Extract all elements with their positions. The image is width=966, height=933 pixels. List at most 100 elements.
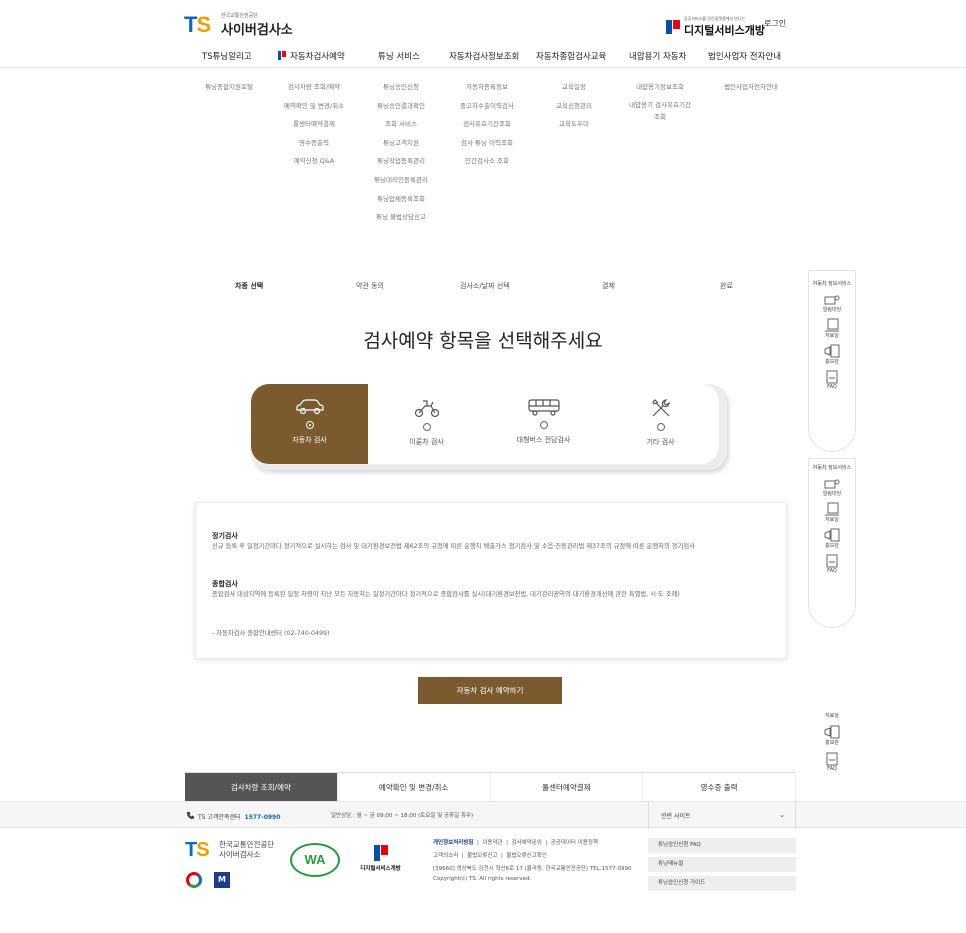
- promotion-icon: [824, 725, 840, 739]
- nav-item-tuning-alert[interactable]: TS튜닝알리고: [202, 50, 252, 62]
- quick-menu-item[interactable]: 알림마당: [809, 490, 855, 497]
- mega-link[interactable]: 내압용기 검사유효기간: [618, 99, 702, 111]
- faq-icon: [826, 554, 838, 568]
- footer-org-name: 한국교통안전공단 사이버검사소: [219, 840, 274, 860]
- ts-logo[interactable]: TS: [184, 12, 211, 38]
- customer-center-label: TS 고객만족센터: [198, 814, 241, 821]
- mega-link[interactable]: 조회: [618, 111, 702, 123]
- mega-link[interactable]: 튜닝작업등록관리: [362, 152, 440, 171]
- quick-menu-item[interactable]: 홍보관: [808, 739, 856, 746]
- option-label: 기타 검사: [646, 438, 675, 446]
- quick-menu-item[interactable]: 자료실: [809, 516, 855, 523]
- privacy-policy-link[interactable]: 개인정보처리방침: [433, 840, 473, 846]
- inquiry-link[interactable]: 검사예약문의: [511, 840, 541, 846]
- nav-item-corporate[interactable]: 법인사업자 전자안내: [708, 50, 781, 62]
- quick-menu-item[interactable]: 홍보관: [809, 542, 855, 549]
- option-radio[interactable]: [656, 423, 665, 431]
- option-selector: 자동차 검사 이륜차 검사 대형버스 전담검사 기타 검사: [251, 384, 719, 464]
- nav-item-inspection-booking[interactable]: 자동차검사예약: [278, 50, 345, 62]
- quick-menu-item[interactable]: FAQ: [808, 766, 856, 772]
- tab-vehicle-lookup[interactable]: 검사차량 조회/예약: [185, 773, 338, 801]
- tab-receipt[interactable]: 영수증 출력: [643, 773, 796, 801]
- option-radio[interactable]: [539, 421, 548, 429]
- promotion-icon: [824, 344, 840, 358]
- mega-link[interactable]: 튜닝업체등록조회: [362, 190, 440, 209]
- mega-link[interactable]: 튜닝승인결과확인: [362, 97, 440, 116]
- mega-link[interactable]: 교육도우미: [538, 115, 610, 134]
- footer-org-subtitle: 사이버검사소: [219, 850, 261, 859]
- report-check-link[interactable]: 불법오류신고확인: [506, 853, 546, 859]
- customer-center-number[interactable]: 1577-0990: [245, 814, 281, 821]
- related-sites-select[interactable]: 관련 사이트 ⌄: [648, 802, 796, 829]
- option-label: 이륜차 검사: [409, 438, 444, 446]
- tuning-manual-button[interactable]: 튜닝매뉴얼: [648, 857, 796, 872]
- mega-link[interactable]: 튜닝고객지원: [362, 134, 440, 153]
- mega-link[interactable]: 튜닝승인신청: [362, 78, 440, 97]
- archive-icon: [825, 318, 839, 332]
- mega-link[interactable]: 검사유효기간조회: [448, 115, 526, 134]
- mega-link[interactable]: 영수증출력: [272, 134, 356, 153]
- web-accessibility-mark: WA: [290, 843, 340, 877]
- nav-item-inspection-education[interactable]: 자동차종합검사교육: [536, 50, 606, 62]
- step-payment: 결제: [602, 282, 615, 290]
- quick-menu-item[interactable]: 자료실: [809, 332, 855, 339]
- book-inspection-button[interactable]: 자동차 검사 예약하기: [418, 677, 562, 704]
- mega-link[interactable]: 교육신청관리: [538, 97, 610, 116]
- mega-link[interactable]: 튜닝대리인등록관리: [362, 171, 440, 190]
- public-data-link[interactable]: 공공데이터 이용정책: [551, 840, 598, 846]
- login-link[interactable]: 로그인: [764, 18, 786, 29]
- nav-item-inspection-info[interactable]: 자동차검사정보조회: [449, 50, 519, 62]
- footer-bar: TS 고객만족센터 1577-0990 일반상담 : 월 ~ 금 09:00 ~ …: [0, 801, 966, 829]
- quick-menu-item[interactable]: FAQ: [809, 568, 855, 574]
- quick-menu-item[interactable]: 알림마당: [809, 306, 855, 313]
- mega-link[interactable]: 툴센터예약결제: [272, 115, 356, 134]
- mega-link[interactable]: 교육일정: [538, 78, 610, 97]
- quick-menu-title: 자동차 정보서비스: [812, 465, 852, 471]
- mega-col-4: 자동차등록정보 중고자수출이력검사 검사유효기간조회 검사·튜닝 이력조회 민간…: [448, 78, 526, 171]
- terms-link[interactable]: 이용약관: [482, 840, 502, 846]
- nav-item-pressure-vessel[interactable]: 내압용기 자동차: [629, 50, 686, 62]
- option-label: 자동차 검사: [292, 436, 327, 444]
- option-motorcycle-inspection[interactable]: 이륜차 검사: [368, 384, 485, 464]
- mega-link[interactable]: 법인사업자전자안내: [706, 78, 796, 97]
- quick-menu-item[interactable]: FAQ: [809, 384, 855, 390]
- related-sites-label: 관련 사이트: [661, 813, 691, 820]
- option-radio[interactable]: [422, 423, 431, 431]
- mega-link[interactable]: 조회 서비스: [362, 115, 440, 134]
- mega-link[interactable]: 튜닝 불법상담신고: [362, 208, 440, 227]
- customer-voice-link[interactable]: 고객의소리: [433, 853, 458, 859]
- nav-item-tuning-service[interactable]: 튜닝 서비스: [378, 50, 420, 62]
- option-bus-inspection[interactable]: 대형버스 전담검사: [485, 384, 602, 464]
- report-link[interactable]: 불법오류신고: [467, 853, 497, 859]
- dsg-mark-icon: [278, 51, 286, 60]
- logo-title[interactable]: 사이버검사소: [221, 19, 293, 38]
- tuning-faq-button[interactable]: 튜닝승인신청 FAQ: [648, 838, 796, 853]
- step-station-date: 검사소/날짜 선택: [460, 282, 510, 290]
- option-radio[interactable]: [305, 421, 314, 429]
- logo-subtitle: 한국교통안전공단: [221, 13, 258, 19]
- mega-link[interactable]: 내압용기정보조회: [618, 81, 702, 93]
- mega-link[interactable]: 자동차등록정보: [448, 78, 526, 97]
- digital-service-logo[interactable]: 공공서비스를 민간플랫폼에서 만나는 디지털서비스개방: [666, 16, 765, 38]
- tab-reservation-change[interactable]: 예약확인 및 변경/취소: [338, 773, 491, 801]
- mega-link[interactable]: 튜닝종합지원포털: [194, 78, 264, 97]
- mega-col-3: 튜닝승인신청 튜닝승인결과확인 조회 서비스 튜닝고객지원 튜닝작업등록관리 튜…: [362, 78, 440, 227]
- mega-link[interactable]: 예약확인 및 변경/취소: [272, 97, 356, 116]
- step-vehicle-type: 차종 선택: [235, 282, 264, 290]
- mega-link[interactable]: 예약신청 Q&A: [272, 152, 356, 171]
- faq-icon: [826, 752, 838, 766]
- option-car-inspection[interactable]: 자동차 검사: [251, 384, 368, 464]
- mega-link[interactable]: 중고자수출이력검사: [448, 97, 526, 116]
- main-nav: TS튜닝알리고 자동차검사예약 튜닝 서비스 자동차검사정보조회 자동차종합검사…: [184, 50, 800, 68]
- mega-link[interactable]: 민간검사소 조회: [448, 152, 526, 171]
- tab-toll-payment[interactable]: 툴센터예약결제: [491, 773, 644, 801]
- info-heading-regular: 정기검사: [212, 532, 238, 540]
- quick-menu-item[interactable]: 홍보관: [809, 358, 855, 365]
- quick-menu-item[interactable]: 자료실: [808, 712, 856, 719]
- info-heading-comprehensive: 종합검사: [212, 580, 238, 588]
- tuning-guide-button[interactable]: 튜닝승인신청 가이드: [648, 876, 796, 891]
- archive-icon: [825, 502, 839, 516]
- option-other-inspection[interactable]: 기타 검사: [602, 384, 719, 464]
- mega-link[interactable]: 검사차량 조회/예약: [272, 78, 356, 97]
- mega-link[interactable]: 검사·튜닝 이력조회: [448, 134, 526, 153]
